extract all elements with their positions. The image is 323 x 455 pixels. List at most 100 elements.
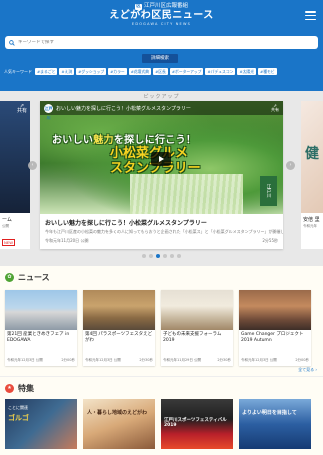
keyword-tag[interactable]: #まるごと — [35, 68, 58, 75]
see-all-link[interactable]: 全て見る › — [298, 367, 317, 373]
card-duration: 2分55秒 — [262, 238, 278, 243]
news-title: Game Changer プロジェクト 2019 Autumn — [241, 332, 304, 343]
thumbnail: ⇗ 共有 — [0, 101, 30, 213]
search-box[interactable] — [5, 36, 318, 49]
news-thumbnail — [83, 290, 155, 330]
search-input[interactable] — [18, 40, 218, 45]
news-thumbnail — [239, 290, 311, 330]
card-description: 今年も江戸川区産の小松菜の魅力を多くの人に知ってもらおうと企画された「小松菜ス」… — [45, 229, 283, 234]
feature-card[interactable]: ことに関連 ゴルゴ — [5, 399, 77, 449]
brand-logo[interactable]: 区 江戸川区広報番組 えどがわ区民ニュース EDOGAWA CITY NEWS — [0, 3, 323, 27]
feature-caption: 江戸川スポーツフェスティバル 2019 — [164, 418, 227, 428]
komatsuna-image — [130, 174, 243, 214]
news-date: 令和元年12月3日 公開 — [85, 358, 121, 362]
video-bar-title: おいしい魅力を探しに行こう！小松菜グルメスタンプラリー — [56, 105, 191, 112]
thumbnail-headline: おいしい魅力を探しに行こう！ — [52, 135, 197, 146]
news-duration: 2分30秒 — [217, 358, 231, 362]
carousel-dot[interactable] — [170, 254, 174, 258]
card-date: 公開 — [2, 224, 9, 228]
news-duration: 2分00秒 — [61, 358, 75, 362]
keyword-tag[interactable]: #グッショップ — [76, 68, 107, 75]
site-subtitle: EDOGAWA CITY NEWS — [131, 22, 192, 26]
share-icon[interactable]: ⇗ 共有 — [271, 103, 279, 113]
site-title: えどがわ区民ニュース — [109, 10, 214, 21]
news-title: 第4回 パラスポーツフェスタえどがわ — [85, 332, 153, 343]
feature-name: ゴルゴ — [8, 414, 29, 422]
detail-search-button[interactable]: 詳細検索 — [142, 54, 178, 63]
news-section: ✿ ニュース 第21回 産業ときめきフェア in EDOGAWA 令和元年12月… — [0, 266, 323, 376]
thumbnail: 健 — [301, 101, 323, 213]
search-icon — [9, 39, 15, 46]
carousel-dot[interactable] — [163, 254, 167, 258]
star-icon: ★ — [5, 384, 14, 393]
news-card[interactable]: Game Changer プロジェクト 2019 Autumn 令和元年12月3… — [239, 290, 311, 366]
pickup-label: ピックアップ — [143, 94, 180, 100]
section-title: 特集 — [18, 384, 34, 393]
brand-top-text: 江戸川区広報番組 — [143, 3, 188, 9]
keyword-tag[interactable]: #区長 — [153, 68, 168, 75]
carousel-dot[interactable] — [177, 254, 181, 258]
video-thumbnail[interactable]: 江戸川 おいしい魅力を探しに行こう！小松菜グルメスタンプラリー ⇗ 共有 おいしい… — [40, 101, 283, 214]
feature-card[interactable]: 江戸川スポーツフェスティバル 2019 — [161, 399, 233, 449]
keyword-tag[interactable]: #パデュスコン — [205, 68, 236, 75]
channel-logo: 江戸川 — [44, 103, 53, 120]
news-duration: 2分30秒 — [139, 358, 153, 362]
brand-badge: 区 — [134, 3, 142, 10]
news-list: 第21回 産業ときめきフェア in EDOGAWA 令和元年12月3日 公開 2… — [5, 290, 311, 366]
carousel-next-arrow-icon[interactable]: › — [286, 161, 295, 170]
news-date: 令和元年12月3日 公開 — [241, 358, 277, 362]
leaf-icon: ✿ — [5, 273, 14, 282]
site-header: 区 江戸川区広報番組 えどがわ区民ニュース EDOGAWA CITY NEWS — [0, 0, 323, 33]
card-date: 令和元年11月20日 公開 — [45, 238, 89, 243]
feature-list: ことに関連 ゴルゴ 人・暮らし地域のえどがわ 江戸川スポーツフェスティバル 20… — [5, 399, 311, 449]
news-duration: 2分00秒 — [295, 358, 309, 362]
new-badge: NEW — [2, 239, 15, 246]
news-heading: ✿ ニュース — [5, 272, 50, 283]
feature-caption: 人・暮らし地域のえどがわ — [87, 410, 148, 416]
news-date: 令和元年12月3日 公開 — [7, 358, 43, 362]
thumbnail-badge: 江戸川 — [260, 176, 277, 206]
news-thumbnail — [5, 290, 77, 330]
feature-card[interactable]: よりよい明日を目指して — [239, 399, 311, 449]
news-title: 第21回 産業ときめきフェア in EDOGAWA — [7, 332, 70, 343]
keyword-tag[interactable]: #花壇式典 — [128, 68, 152, 75]
carousel-dot-active[interactable] — [156, 254, 160, 258]
card-title[interactable]: おいしい魅力を探しに行こう！小松菜グルメスタンプラリー — [40, 214, 283, 229]
carousel-card-prev[interactable]: ⇗ 共有 ーム 公開 NEW — [0, 101, 30, 249]
carousel-dots — [0, 254, 323, 258]
search-area: 詳細検索 人気キーワード #まるごと #え渕 #グッショップ #カラー #花壇式… — [0, 33, 323, 91]
feature-caption: よりよい明日を目指して — [242, 410, 297, 416]
feature-caption: ことに関連 — [8, 405, 28, 410]
news-card[interactable]: 第4回 パラスポーツフェスタえどがわ 令和元年12月3日 公開 2分30秒 — [83, 290, 155, 366]
news-title: 子どもの未来支援フォーラム2019 — [163, 332, 222, 343]
card-date: 令和元年 — [303, 224, 317, 228]
card-title: ーム — [2, 217, 12, 223]
keywords-label: 人気キーワード — [4, 68, 32, 74]
news-date: 令和元年11月29日 公開 — [163, 358, 202, 362]
feature-heading: ★ 特集 — [5, 383, 34, 394]
carousel-prev-arrow-icon[interactable]: ‹ — [28, 161, 37, 170]
feature-card[interactable]: 人・暮らし地域のえどがわ — [83, 399, 155, 449]
keyword-tag[interactable]: #ボーターアップ — [169, 68, 204, 75]
share-icon[interactable]: ⇗ 共有 — [17, 104, 27, 114]
carousel-card-next[interactable]: 健 安倍 里 令和元年 — [301, 101, 323, 249]
feature-section: ★ 特集 ことに関連 ゴルゴ 人・暮らし地域のえどがわ 江戸川スポーツフェスティ… — [0, 376, 323, 455]
pickup-carousel: ピックアップ ⇗ 共有 ーム 公開 NEW 江戸川 おいしい魅力を探しに行こう！小… — [0, 91, 323, 266]
page: 区 江戸川区広報番組 えどがわ区民ニュース EDOGAWA CITY NEWS … — [0, 0, 323, 455]
play-icon[interactable] — [151, 152, 171, 166]
carousel-dot[interactable] — [149, 254, 153, 258]
keyword-tag[interactable]: #カラー — [108, 68, 127, 75]
news-thumbnail — [161, 290, 233, 330]
carousel-card-active[interactable]: 江戸川 おいしい魅力を探しに行こう！小松菜グルメスタンプラリー ⇗ 共有 おいしい… — [40, 101, 283, 249]
keyword-tag[interactable]: #え渕 — [59, 68, 75, 75]
section-title: ニュース — [18, 273, 50, 282]
news-card[interactable]: 第21回 産業ときめきフェア in EDOGAWA 令和元年12月3日 公開 2… — [5, 290, 77, 366]
news-card[interactable]: 子どもの未来支援フォーラム2019 令和元年11月29日 公開 2分30秒 — [161, 290, 233, 366]
keyword-tag[interactable]: #種モビ — [258, 68, 277, 75]
hamburger-menu-icon[interactable] — [305, 11, 316, 20]
popular-keywords: 人気キーワード #まるごと #え渕 #グッショップ #カラー #花壇式典 #区長… — [4, 68, 319, 75]
card-title: 安倍 里 — [303, 217, 320, 223]
video-top-bar: 江戸川 おいしい魅力を探しに行こう！小松菜グルメスタンプラリー ⇗ 共有 — [40, 101, 283, 120]
keyword-tag[interactable]: #太陽光 — [237, 68, 257, 75]
carousel-dot[interactable] — [142, 254, 146, 258]
